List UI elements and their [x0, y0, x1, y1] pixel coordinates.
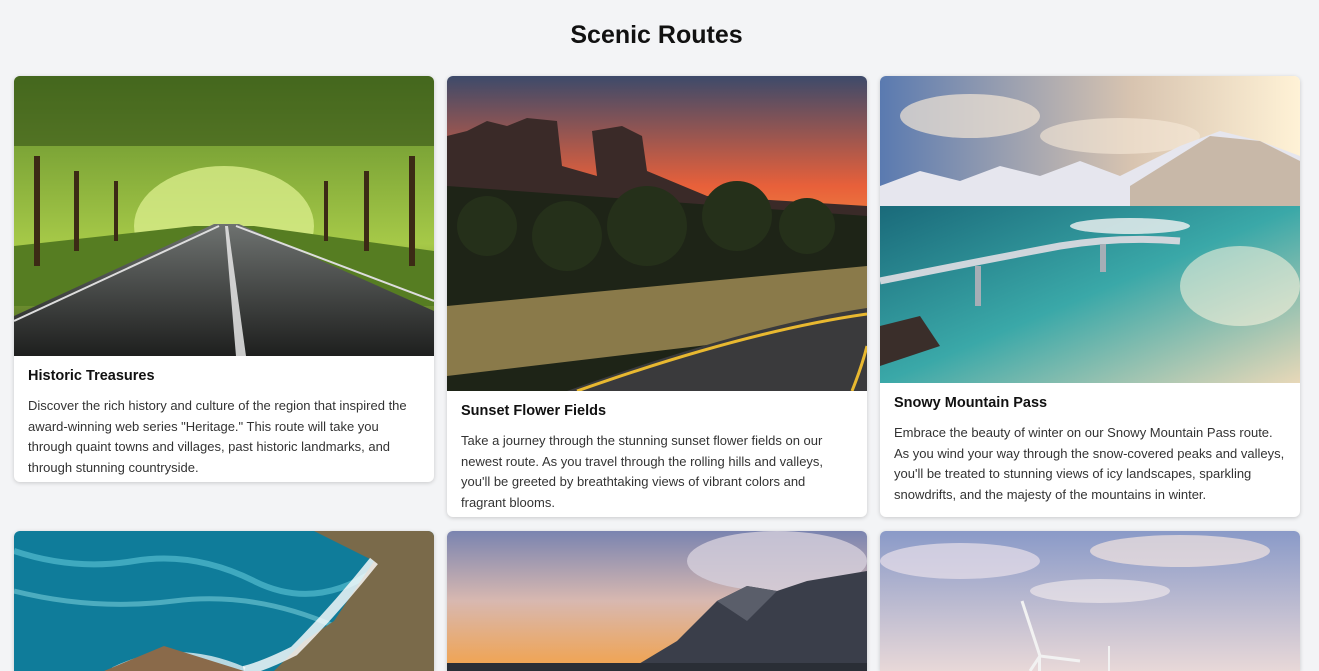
route-card-image	[447, 76, 867, 391]
route-card-image	[447, 531, 867, 671]
route-card-body: Historic Treasures Discover the rich his…	[14, 356, 434, 482]
route-card-description: Embrace the beauty of winter on our Snow…	[894, 425, 1285, 502]
route-card[interactable]	[880, 531, 1300, 671]
route-card[interactable]: Snowy Mountain Pass Embrace the beauty o…	[880, 76, 1300, 517]
route-card-image	[880, 76, 1300, 383]
route-card-title: Historic Treasures	[28, 368, 155, 384]
route-card-image	[14, 531, 434, 671]
route-card-body: Snowy Mountain Pass Embrace the beauty o…	[880, 383, 1300, 514]
route-card-body: Sunset Flower Fields Take a journey thro…	[447, 391, 867, 517]
route-card-title: Sunset Flower Fields	[461, 403, 607, 419]
route-card-description: Discover the rich history and culture of…	[28, 398, 407, 475]
scrollbar[interactable]	[1313, 0, 1319, 671]
route-card-image	[880, 531, 1300, 671]
page-title: Scenic Routes	[570, 21, 743, 49]
route-card[interactable]: Historic Treasures Discover the rich his…	[14, 76, 434, 482]
route-card-image	[14, 76, 434, 356]
route-card[interactable]	[447, 531, 867, 671]
route-card[interactable]	[14, 531, 434, 671]
route-card[interactable]: Sunset Flower Fields Take a journey thro…	[447, 76, 867, 517]
route-card-title: Snowy Mountain Pass	[894, 395, 1048, 411]
route-card-description: Take a journey through the stunning suns…	[461, 433, 824, 510]
